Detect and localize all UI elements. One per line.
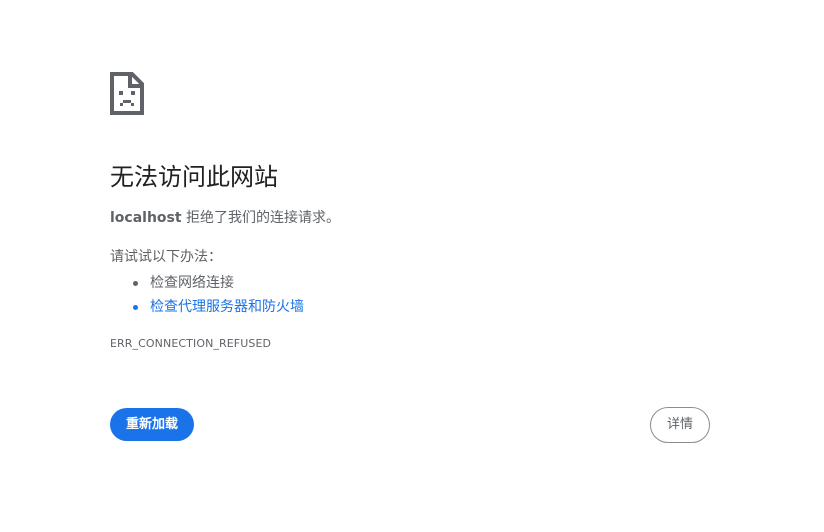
suggestions-heading: 请试试以下办法：: [110, 249, 222, 265]
error-page: 无法访问此网站 localhost 拒绝了我们的连接请求。 请试试以下办法： 检…: [0, 0, 824, 532]
sad-page-icon: [110, 72, 144, 115]
suggestion-list: 检查网络连接 检查代理服务器和防火墙: [110, 271, 304, 319]
reload-button[interactable]: 重新加载: [110, 408, 195, 441]
error-message: localhost 拒绝了我们的连接请求。: [110, 208, 340, 228]
error-code: ERR_CONNECTION_REFUSED: [110, 337, 272, 350]
suggestion-check-proxy-firewall-link[interactable]: 检查代理服务器和防火墙: [110, 295, 304, 319]
host-name: localhost: [110, 210, 182, 226]
suggestion-check-network: 检查网络连接: [110, 271, 304, 295]
page-title: 无法访问此网站: [110, 163, 278, 191]
error-message-text: 拒绝了我们的连接请求。: [181, 210, 341, 226]
details-button[interactable]: 详情: [650, 407, 710, 443]
